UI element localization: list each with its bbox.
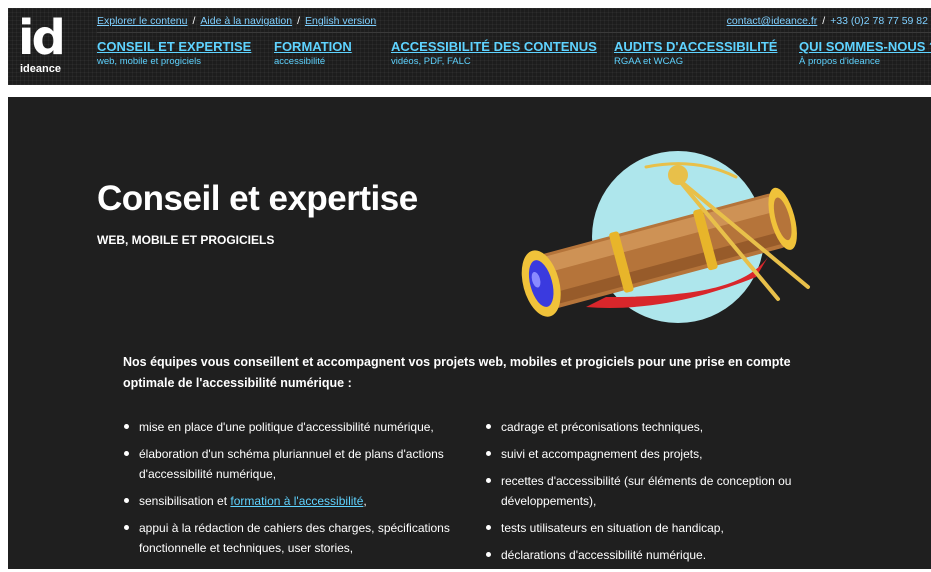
logo-mark: id — [18, 10, 66, 66]
nav-item-subtitle: web, mobile et progiciels — [97, 56, 202, 67]
list-item: cadrage et préconisations techniques, — [485, 417, 825, 437]
logo-name: ideance — [20, 63, 61, 75]
page-title: Conseil et expertise — [97, 179, 418, 218]
list-item: sensibilisation et formation à l'accessi… — [123, 491, 463, 511]
scroll-compass-illustration — [521, 151, 810, 323]
utility-links: Explorer le contenu / Aide à la navigation… — [97, 15, 377, 27]
list-item-text: sensibilisation et — [139, 494, 231, 508]
logo[interactable]: id ideance — [18, 10, 74, 78]
contact-phone: +33 (0)2 78 77 59 82 — [830, 15, 928, 27]
list-item: déclarations d'accessibilité numérique. — [485, 545, 825, 565]
nav-item-conseil[interactable]: CONSEIL ET EXPERTISE web, mobile et prog… — [97, 39, 251, 67]
nav-item-title[interactable]: QUI SOMMES-NOUS ? — [799, 39, 931, 54]
formation-link[interactable]: formation à l'accessibilité — [230, 494, 363, 508]
navigation-help-link[interactable]: Aide à la navigation — [200, 15, 292, 27]
english-version-link[interactable]: English version — [305, 15, 376, 27]
list-item: suivi et accompagnement des projets, — [485, 444, 825, 464]
nav-item-title[interactable]: FORMATION — [274, 39, 352, 54]
intro-text: Nos équipes vous conseillent et accompag… — [123, 355, 791, 390]
nav-item-title[interactable]: AUDITS D'ACCESSIBILITÉ — [614, 39, 777, 54]
nav-item-title[interactable]: CONSEIL ET EXPERTISE — [97, 39, 251, 54]
list-item: recettes d'accessibilité (sur éléments d… — [485, 471, 825, 511]
contact-email-link[interactable]: contact@ideance.fr — [727, 15, 818, 27]
nav-item-subtitle: À propos d'ideance — [799, 56, 881, 67]
nav-item-accessibilite-contenus[interactable]: ACCESSIBILITÉ DES CONTENUS vidéos, PDF, … — [391, 39, 597, 67]
list-item: mise en place d'une politique d'accessib… — [123, 417, 463, 437]
main-content: Conseil et expertise WEB, MOBILE ET PROG… — [8, 97, 931, 569]
contact-info: contact@ideance.fr / +33 (0)2 78 77 59 82 — [726, 15, 928, 27]
nav-item-formation[interactable]: FORMATION accessibilité — [274, 39, 352, 67]
list-item: tests utilisateurs en situation de handi… — [485, 518, 825, 538]
page-subtitle: WEB, MOBILE ET PROGICIELS — [97, 233, 275, 247]
page: id ideance Explorer le contenu / Aide à la… — [8, 8, 931, 569]
nav-item-subtitle: RGAA et WCAG — [614, 56, 684, 67]
list-item: appui à la rédaction de cahiers des char… — [123, 518, 463, 558]
explore-content-link[interactable]: Explorer le contenu — [97, 15, 187, 27]
header-rule — [97, 32, 931, 33]
nav-item-title[interactable]: ACCESSIBILITÉ DES CONTENUS — [391, 39, 597, 54]
nav-item-qui-sommes-nous[interactable]: QUI SOMMES-NOUS ? À propos d'ideance — [799, 39, 931, 67]
header-divider — [8, 85, 931, 97]
nav-item-audits[interactable]: AUDITS D'ACCESSIBILITÉ RGAA et WCAG — [614, 39, 777, 67]
services-list-right: cadrage et préconisations techniques, su… — [485, 417, 825, 572]
site-header: id ideance Explorer le contenu / Aide à la… — [8, 8, 931, 85]
nav-item-subtitle: accessibilité — [274, 56, 326, 67]
list-item: élaboration d'un schéma pluriannuel et d… — [123, 444, 463, 484]
services-list-left: mise en place d'une politique d'accessib… — [123, 417, 463, 565]
nav-item-subtitle: vidéos, PDF, FALC — [391, 56, 471, 67]
